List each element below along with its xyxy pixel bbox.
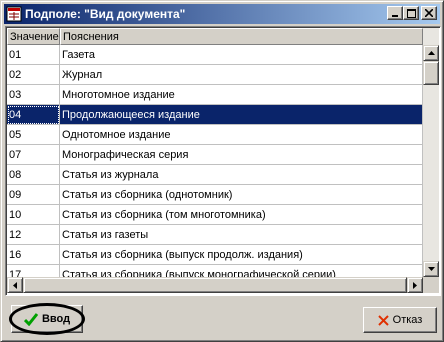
cell-description[interactable]: Статья из журнала: [60, 165, 423, 185]
cancel-button[interactable]: Отказ: [363, 307, 437, 333]
cell-description[interactable]: Журнал: [60, 65, 423, 85]
scroll-right-button[interactable]: [407, 277, 423, 293]
table-row[interactable]: 07 Монографическая серия: [7, 145, 423, 165]
app-icon[interactable]: [6, 6, 22, 22]
checkmark-icon: [23, 312, 38, 326]
close-icon: [425, 9, 433, 17]
cell-description[interactable]: Однотомное издание: [60, 125, 423, 145]
minimize-button[interactable]: [387, 6, 403, 20]
table-row[interactable]: 09 Статья из сборника (однотомник): [7, 185, 423, 205]
values-grid[interactable]: Значение Пояснения 01 Газета 02 Журнал 03 Мно…: [5, 26, 441, 296]
table-row[interactable]: 04 Продолжающееся издание: [7, 105, 423, 125]
table-row[interactable]: 10 Статья из сборника (том многотомника): [7, 205, 423, 225]
maximize-button[interactable]: [403, 6, 419, 20]
cell-value[interactable]: 01: [7, 45, 60, 65]
cell-description[interactable]: Продолжающееся издание: [60, 105, 423, 125]
cell-value[interactable]: 07: [7, 145, 60, 165]
cell-description[interactable]: Монографическая серия: [60, 145, 423, 165]
ok-button-label: Ввод: [41, 313, 71, 325]
scroll-left-button[interactable]: [7, 277, 23, 293]
close-button[interactable]: [421, 6, 437, 20]
table-row[interactable]: 08 Статья из журнала: [7, 165, 423, 185]
horizontal-scroll-thumb[interactable]: [23, 277, 407, 293]
horizontal-scrollbar[interactable]: [7, 277, 423, 293]
grid-rows: 01 Газета 02 Журнал 03 Многотомное издание 04 П…: [7, 45, 423, 285]
dialog-window: Подполе: "Вид документа" Значение Поясне…: [0, 0, 444, 342]
table-row[interactable]: 05 Однотомное издание: [7, 125, 423, 145]
vertical-scroll-thumb[interactable]: [423, 61, 439, 85]
cell-value[interactable]: 09: [7, 185, 60, 205]
cell-value[interactable]: 04: [7, 105, 60, 125]
arrow-down-icon: [427, 267, 435, 271]
cell-description[interactable]: Статья из газеты: [60, 225, 423, 245]
grid-header: Значение Пояснения: [7, 28, 423, 45]
cell-value[interactable]: 05: [7, 125, 60, 145]
table-row[interactable]: 16 Статья из сборника (выпуск продолж. из…: [7, 245, 423, 265]
ok-button[interactable]: Ввод: [11, 305, 83, 333]
cell-value[interactable]: 03: [7, 85, 60, 105]
cell-description[interactable]: Многотомное издание: [60, 85, 423, 105]
cell-description[interactable]: Статья из сборника (выпуск продолж. изда…: [60, 245, 423, 265]
scroll-corner: [423, 277, 439, 293]
cell-description[interactable]: Газета: [60, 45, 423, 65]
title-bar[interactable]: Подполе: "Вид документа": [4, 4, 440, 24]
column-header-value[interactable]: Значение: [7, 28, 60, 45]
scroll-down-button[interactable]: [423, 261, 439, 277]
cell-value[interactable]: 12: [7, 225, 60, 245]
table-row[interactable]: 02 Журнал: [7, 65, 423, 85]
table-row[interactable]: 01 Газета: [7, 45, 423, 65]
arrow-up-icon: [427, 51, 435, 55]
column-header-description[interactable]: Пояснения: [60, 28, 423, 45]
cell-value[interactable]: 16: [7, 245, 60, 265]
scroll-up-button[interactable]: [423, 45, 439, 61]
window-title: Подполе: "Вид документа": [25, 7, 186, 21]
minimize-icon: [392, 15, 398, 17]
table-row[interactable]: 03 Многотомное издание: [7, 85, 423, 105]
cell-description[interactable]: Статья из сборника (том многотомника): [60, 205, 423, 225]
cell-value[interactable]: 08: [7, 165, 60, 185]
table-row[interactable]: 12 Статья из газеты: [7, 225, 423, 245]
vertical-scrollbar[interactable]: [423, 28, 439, 277]
cancel-button-label: Отказ: [392, 314, 423, 326]
arrow-left-icon: [13, 281, 17, 289]
cell-description[interactable]: Статья из сборника (однотомник): [60, 185, 423, 205]
maximize-icon: [406, 8, 416, 18]
x-icon: [377, 314, 389, 326]
cell-value[interactable]: 02: [7, 65, 60, 85]
arrow-right-icon: [413, 281, 417, 289]
cell-value[interactable]: 10: [7, 205, 60, 225]
